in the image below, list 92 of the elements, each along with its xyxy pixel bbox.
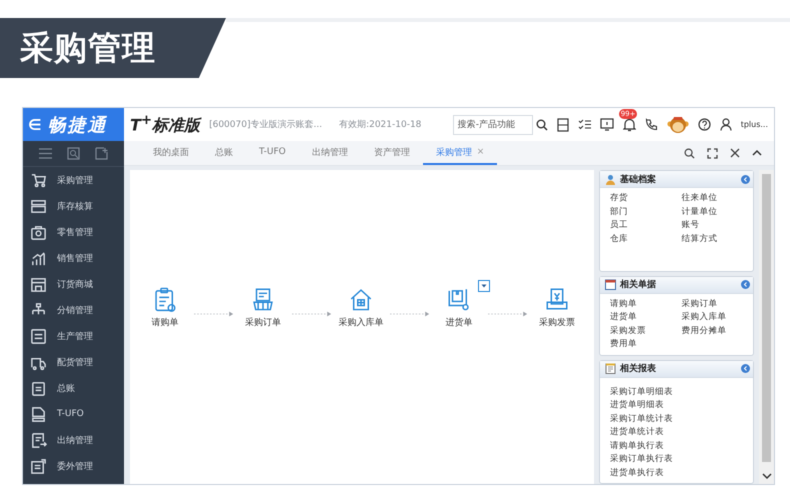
bell-icon[interactable] <box>622 118 636 132</box>
bag-icon <box>30 224 47 240</box>
bar-chart-icon <box>30 250 47 266</box>
sidebar-item[interactable]: 零售管理 <box>23 219 124 245</box>
person-icon <box>604 174 616 184</box>
panel-link[interactable]: 账号 <box>681 219 744 232</box>
panel-link[interactable]: 部门 <box>610 206 672 218</box>
flow-arrow <box>194 310 234 318</box>
menu-icon[interactable] <box>38 148 52 159</box>
user-icon[interactable] <box>720 118 732 131</box>
panel-link[interactable]: 进货单执行表 <box>610 466 744 479</box>
export-icon <box>30 432 47 448</box>
panel-link[interactable]: 计量单位 <box>681 206 744 218</box>
panel-link[interactable]: 采购订单执行表 <box>610 453 744 466</box>
flow-step[interactable]: 进货单 <box>434 286 484 328</box>
panel-link[interactable]: 采购入库单 <box>681 311 744 324</box>
close-icon[interactable] <box>730 148 740 158</box>
sidebar-item[interactable]: 配货管理 <box>23 349 124 375</box>
sidebar-item[interactable]: 销售管理 <box>23 245 124 271</box>
panel-link[interactable]: 存货 <box>610 192 672 204</box>
sidebar-item[interactable]: 库存核算 <box>23 193 124 219</box>
panel-link[interactable]: 进货单 <box>610 311 672 324</box>
cart-icon <box>30 172 47 188</box>
panel-link[interactable]: 仓库 <box>610 232 672 245</box>
collapse-icon[interactable] <box>741 364 750 373</box>
panel-link[interactable]: 采购订单 <box>681 298 744 310</box>
document-icon <box>30 458 47 474</box>
sidebar-item[interactable]: 生产管理 <box>23 323 124 349</box>
flow-step[interactable]: 请购单 <box>140 286 190 328</box>
panel-link[interactable]: 采购订单统计表 <box>610 412 744 425</box>
tab[interactable]: 我的桌面 <box>140 141 202 165</box>
dropdown-icon[interactable] <box>478 280 490 292</box>
panel-header: 相关报表 <box>600 360 754 378</box>
sidebar-item[interactable]: 总账 <box>23 375 124 401</box>
collapse-icon[interactable] <box>741 174 750 184</box>
flow-step[interactable]: 采购发票 <box>532 286 582 328</box>
search-icon[interactable] <box>684 148 695 158</box>
collapse-icon[interactable] <box>741 280 750 289</box>
sidebar-item[interactable]: 出纳管理 <box>23 427 124 453</box>
search-field[interactable]: 搜索-产品功能 <box>452 114 533 134</box>
tab[interactable]: 出纳管理 <box>298 141 361 165</box>
monkey-icon[interactable] <box>666 114 689 134</box>
panel-link[interactable]: 往来单位 <box>681 192 744 204</box>
validity-date: 有效期:2021-10-18 <box>339 118 422 131</box>
flow-step[interactable]: 采购入库单 <box>336 286 386 328</box>
help-icon[interactable] <box>698 118 711 131</box>
phone-icon[interactable] <box>644 118 658 131</box>
sidebar-item[interactable]: 采购管理 <box>23 167 124 193</box>
banner-title: 采购管理 <box>20 26 156 68</box>
tray-icon <box>30 198 47 214</box>
user-name[interactable]: tplus... <box>740 120 768 129</box>
chevron-up-icon[interactable] <box>752 149 762 157</box>
flow-step[interactable]: 采购订单 <box>238 286 288 328</box>
chevron-down-icon[interactable] <box>762 472 772 480</box>
sidebar-item[interactable]: 委外管理 <box>23 453 124 479</box>
sidebar-item[interactable]: T-UFO <box>23 401 124 427</box>
panel-link[interactable]: 进货单统计表 <box>610 426 744 438</box>
product-name: T$^{+}$标准版 <box>130 112 200 136</box>
basket-icon <box>250 286 276 312</box>
tab[interactable]: T-UFO <box>246 141 299 165</box>
panel-link[interactable]: 费用单 <box>610 338 672 350</box>
receipt-icon <box>544 286 570 312</box>
sidebar-item[interactable]: 分销管理 <box>23 297 124 323</box>
tab[interactable]: 资产管理 <box>360 141 423 165</box>
panel-header: 基础档案 <box>600 171 754 188</box>
panel-link[interactable]: 请购单 <box>610 298 672 310</box>
flow-arrow <box>292 310 332 318</box>
file-icon <box>30 406 47 422</box>
fullscreen-icon[interactable] <box>707 148 718 158</box>
storefront-icon <box>30 276 47 292</box>
add-icon[interactable] <box>95 147 108 160</box>
brand-logo: 畅捷通 <box>47 114 108 136</box>
panel-link[interactable]: 进货单明细表 <box>610 399 744 412</box>
panel-link[interactable]: 费用分摊单 <box>681 324 744 337</box>
notepad-icon <box>604 363 616 374</box>
panel-link[interactable]: 结算方式 <box>681 232 744 245</box>
scrollbar[interactable] <box>759 170 774 484</box>
panel-header: 相关单据 <box>600 276 754 294</box>
back-arrow[interactable]: ∈ <box>28 116 42 134</box>
sidebar-item[interactable]: 订货商城 <box>23 271 124 297</box>
panel-link[interactable]: 采购发票 <box>610 324 672 337</box>
flow-arrow <box>390 310 430 318</box>
panel-link[interactable]: 请购单执行表 <box>610 440 744 452</box>
tab[interactable]: 采购管理 × <box>422 141 498 165</box>
search-icon[interactable] <box>536 118 548 130</box>
account-name: [600070]专业版演示账套... <box>209 118 322 131</box>
panel-link[interactable]: 采购订单明细表 <box>610 386 744 398</box>
checklist-icon[interactable] <box>578 118 591 131</box>
flow-arrow <box>488 310 528 318</box>
panel-link[interactable]: 员工 <box>610 219 672 232</box>
calendar-icon <box>604 279 616 290</box>
tab[interactable]: 总账 <box>202 141 246 165</box>
